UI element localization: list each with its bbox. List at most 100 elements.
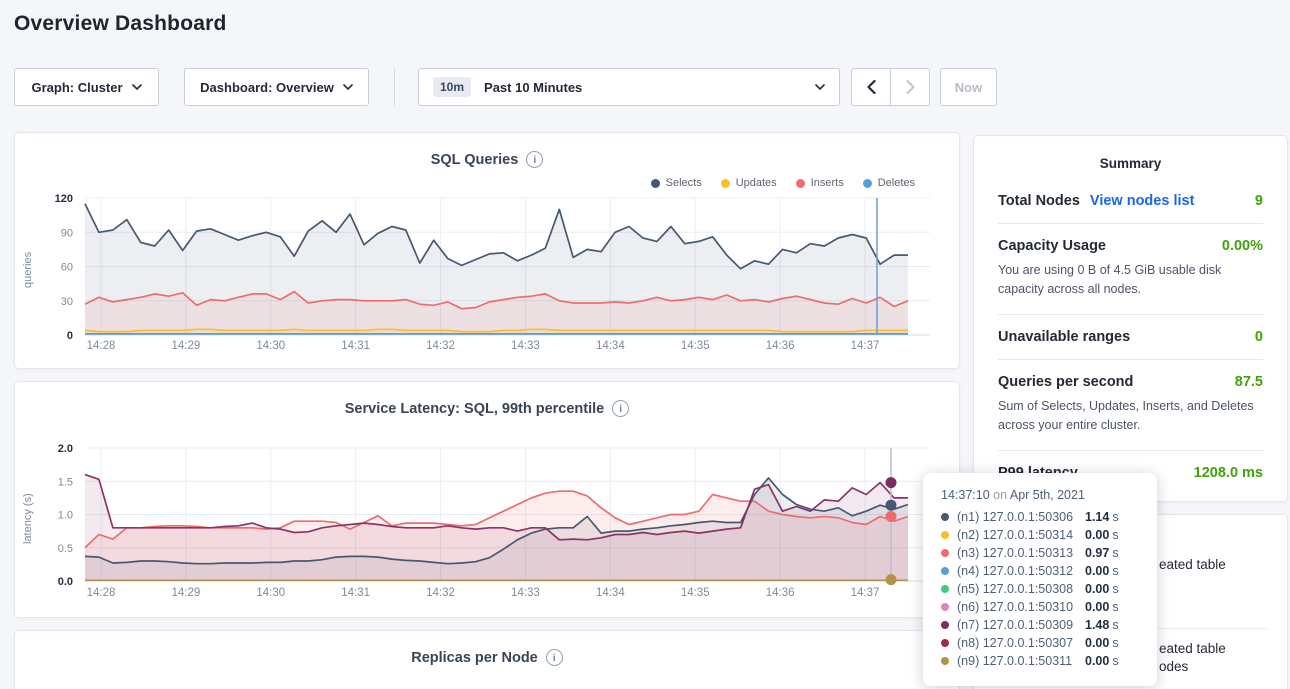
node-latency-value: 1.14 [1085,510,1109,524]
queries-per-second-row: Queries per second 87.5 [998,374,1263,390]
now-button-label: Now [955,80,982,95]
unavailable-ranges-label: Unavailable ranges [998,329,1130,345]
svg-text:14:30: 14:30 [256,587,285,599]
node-latency-value: 0.00 [1085,600,1109,614]
time-prev-button[interactable] [851,68,891,106]
time-range-selector[interactable]: 10m Past 10 Minutes [418,68,840,106]
node-latency-unit: s [1112,600,1118,614]
node-color-dot [941,513,949,521]
node-address: (n3) 127.0.0.1:50313 [957,546,1085,560]
total-nodes-label: Total Nodes [998,193,1080,209]
node-color-dot [941,585,949,593]
tooltip-timestamp: 14:37:10 on Apr 5th, 2021 [941,488,1157,502]
svg-text:60: 60 [61,262,73,274]
svg-text:14:33: 14:33 [511,340,540,352]
info-icon[interactable]: i [612,400,629,417]
node-latency-unit: s [1112,528,1118,542]
chart-hover-tooltip: 14:37:10 on Apr 5th, 2021 (n1) 127.0.0.1… [923,473,1157,686]
now-button[interactable]: Now [940,68,997,106]
node-latency-value: 0.00 [1085,528,1109,542]
svg-text:14:36: 14:36 [766,587,795,599]
event-text-fragment: eated table [1159,641,1226,656]
service-latency-chart[interactable]: 0.00.51.01.52.014:2814:2914:3014:3114:32… [15,437,959,609]
svg-text:1.5: 1.5 [58,476,73,488]
node-address: (n7) 127.0.0.1:50309 [957,618,1085,632]
controls-divider [394,68,395,106]
node-latency-unit: s [1112,564,1118,578]
sql-queries-chart[interactable]: 030609012014:2814:2914:3014:3114:3214:33… [15,188,959,360]
node-latency-value: 0.00 [1085,564,1109,578]
svg-text:14:34: 14:34 [596,340,625,352]
sql-queries-panel: SQL Queries i SelectsUpdatesInsertsDelet… [14,132,960,369]
chevron-down-icon [343,84,353,90]
tooltip-node-row: (n5) 127.0.0.1:503080.00s [941,580,1157,598]
legend-dot [721,179,730,188]
queries-per-second-label: Queries per second [998,374,1133,390]
sql-queries-title: SQL Queries [431,152,519,168]
svg-text:14:35: 14:35 [681,587,710,599]
node-color-dot [941,657,949,665]
node-latency-unit: s [1112,654,1118,668]
divider [1158,628,1267,629]
total-nodes-row: Total Nodes View nodes list 9 [998,193,1263,209]
node-latency-value: 0.00 [1085,654,1109,668]
p99-latency-value: 1208.0 ms [1194,465,1263,481]
node-latency-unit: s [1112,546,1118,560]
svg-text:30: 30 [61,296,73,308]
divider [998,450,1263,451]
replicas-title: Replicas per Node [411,650,538,666]
node-color-dot [941,549,949,557]
node-color-dot [941,621,949,629]
chevron-right-icon [906,80,915,94]
svg-text:14:34: 14:34 [596,587,625,599]
svg-text:14:28: 14:28 [87,587,116,599]
event-text-fragment: odes [1159,659,1188,674]
svg-text:14:37: 14:37 [851,587,880,599]
svg-text:14:37: 14:37 [851,340,880,352]
tooltip-node-row: (n8) 127.0.0.1:503070.00s [941,634,1157,652]
overview-dashboard-page: Overview Dashboard Graph: Cluster Dashbo… [0,0,1290,689]
node-address: (n1) 127.0.0.1:50306 [957,510,1085,524]
svg-text:0: 0 [67,330,73,342]
node-color-dot [941,639,949,647]
replicas-per-node-panel: Replicas per Node i [14,630,960,689]
controls-bar: Graph: Cluster Dashboard: Overview 10m P… [0,68,1290,106]
info-icon[interactable]: i [546,649,563,666]
svg-text:14:33: 14:33 [511,587,540,599]
queries-per-second-description: Sum of Selects, Updates, Inserts, and De… [998,397,1263,436]
tooltip-rows: (n1) 127.0.0.1:503061.14s(n2) 127.0.0.1:… [941,508,1157,670]
dashboard-dropdown[interactable]: Dashboard: Overview [184,68,369,106]
chevron-down-icon [815,84,825,90]
node-address: (n6) 127.0.0.1:50310 [957,600,1085,614]
node-latency-unit: s [1112,582,1118,596]
tooltip-node-row: (n4) 127.0.0.1:503120.00s [941,562,1157,580]
svg-text:0.0: 0.0 [58,576,73,588]
tooltip-node-row: (n3) 127.0.0.1:503130.97s [941,544,1157,562]
divider [998,314,1263,315]
dashboard-dropdown-label: Dashboard: Overview [200,80,334,95]
unavailable-ranges-value: 0 [1255,329,1263,345]
graph-dropdown[interactable]: Graph: Cluster [14,68,159,106]
node-latency-value: 0.00 [1085,636,1109,650]
chevron-left-icon [867,80,876,94]
time-range-badge: 10m [433,77,471,97]
time-next-button[interactable] [890,68,930,106]
event-text-fragment: eated table [1159,557,1226,572]
capacity-usage-row: Capacity Usage 0.00% [998,238,1263,254]
svg-text:14:29: 14:29 [171,587,200,599]
node-latency-value: 0.00 [1085,582,1109,596]
view-nodes-list-link[interactable]: View nodes list [1090,193,1195,209]
time-range-label: Past 10 Minutes [484,80,582,95]
node-latency-unit: s [1112,618,1118,632]
node-address: (n8) 127.0.0.1:50307 [957,636,1085,650]
svg-text:90: 90 [61,227,73,239]
divider [998,359,1263,360]
info-icon[interactable]: i [526,151,543,168]
capacity-usage-label: Capacity Usage [998,238,1106,254]
summary-panel: Summary Total Nodes View nodes list 9 Ca… [973,135,1288,502]
svg-text:14:35: 14:35 [681,340,710,352]
capacity-usage-description: You are using 0 B of 4.5 GiB usable disk… [998,261,1263,300]
tooltip-node-row: (n9) 127.0.0.1:503110.00s [941,652,1157,670]
node-latency-value: 1.48 [1085,618,1109,632]
node-address: (n5) 127.0.0.1:50308 [957,582,1085,596]
